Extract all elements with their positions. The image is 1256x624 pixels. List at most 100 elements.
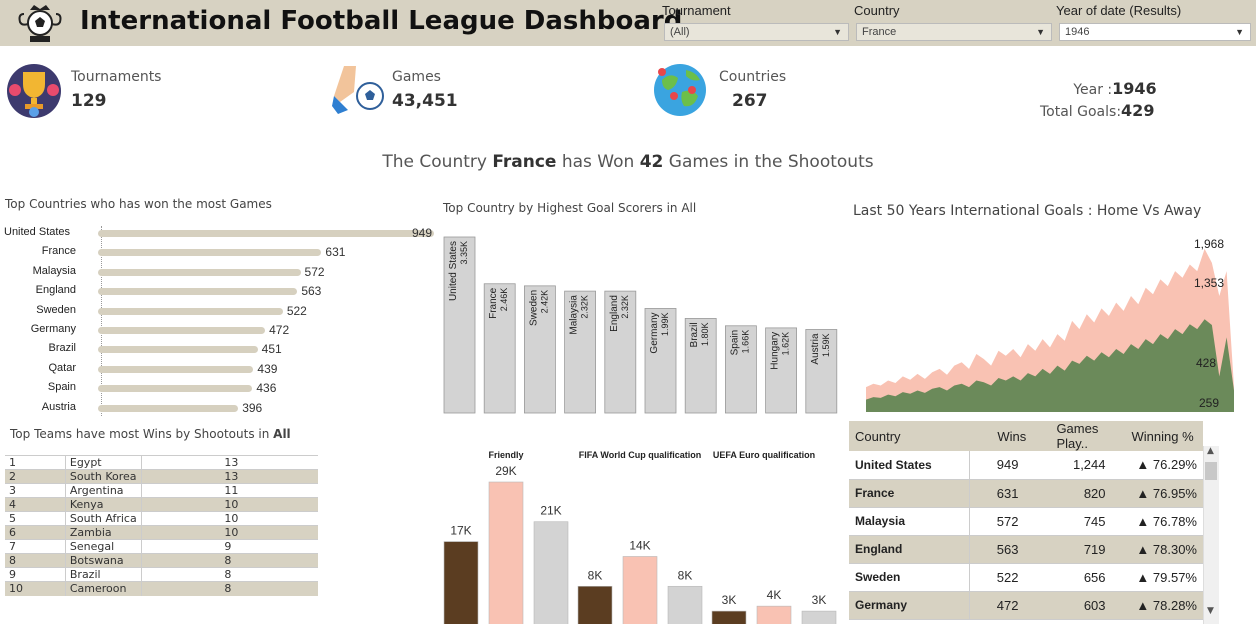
scrollbar-thumb[interactable] bbox=[1205, 462, 1217, 480]
bar-value-label: 563 bbox=[301, 284, 322, 299]
column-header[interactable]: Games Play.. bbox=[1038, 421, 1126, 451]
country-filter[interactable]: France ▼ bbox=[856, 23, 1052, 41]
table-row[interactable]: Sweden 522 656 ▲ 79.57% bbox=[849, 563, 1203, 592]
games-value: 43,451 bbox=[392, 91, 458, 111]
bar[interactable] bbox=[443, 541, 479, 624]
bar-category-label: Spain bbox=[729, 330, 740, 356]
bar[interactable] bbox=[577, 585, 613, 624]
table-cell-wins: 563 bbox=[969, 535, 1039, 564]
headline-country: France bbox=[492, 152, 557, 172]
bar-value-label: 2.42K bbox=[539, 290, 549, 314]
bar[interactable] bbox=[98, 307, 283, 315]
table-row: 1 Egypt 13 bbox=[5, 455, 318, 470]
scroll-down-icon[interactable]: ▼ bbox=[1207, 606, 1214, 616]
bar-value-label: 14K bbox=[629, 538, 650, 552]
bar-category-label: Sweden bbox=[528, 290, 539, 326]
bar[interactable] bbox=[98, 230, 434, 237]
bar-category-label: Spain bbox=[47, 381, 76, 394]
tournament-filter-value: (All) bbox=[670, 26, 690, 38]
table-row[interactable]: United States 949 1,244 ▲ 76.29% bbox=[849, 451, 1203, 480]
bar[interactable] bbox=[98, 249, 322, 257]
table-cell-country: United States bbox=[849, 451, 970, 480]
table-cell-games: 820 bbox=[1038, 479, 1126, 508]
shootout-table: 1 Egypt 13 2 South Korea 13 3 Argentina 11 4 Kenya… bbox=[5, 455, 318, 596]
table-cell-pct: ▲ 76.29% bbox=[1125, 451, 1203, 480]
bar[interactable] bbox=[756, 605, 792, 624]
headline-prefix: The Country bbox=[382, 152, 487, 172]
total-goals-value: 429 bbox=[1121, 101, 1155, 120]
bar-value-label: 3.35K bbox=[459, 241, 469, 265]
scroll-up-icon[interactable]: ▲ bbox=[1207, 446, 1214, 456]
headline-mid: has Won bbox=[561, 152, 635, 172]
tournaments-value: 129 bbox=[71, 91, 107, 111]
table-cell-team: South Africa bbox=[65, 511, 143, 526]
bar[interactable] bbox=[667, 585, 703, 624]
table-cell-rank: 2 bbox=[5, 469, 66, 484]
table-row[interactable]: Malaysia 572 745 ▲ 76.78% bbox=[849, 507, 1203, 536]
year-filter[interactable]: 1946 ▼ bbox=[1059, 23, 1251, 41]
total-goals-label: Total Goals: bbox=[1040, 104, 1122, 120]
bar[interactable] bbox=[801, 610, 837, 624]
bar-value-label: 29K bbox=[495, 464, 516, 478]
bar[interactable] bbox=[98, 385, 253, 393]
table-row: 3 Argentina 11 bbox=[5, 483, 318, 498]
bar-value-label: 8K bbox=[678, 568, 693, 582]
bar[interactable] bbox=[98, 268, 301, 276]
bar-category-label: Brazil bbox=[48, 342, 76, 355]
table-cell-pct: ▲ 78.30% bbox=[1125, 535, 1203, 564]
bar-value-label: 1.66K bbox=[740, 330, 750, 354]
table-cell-wins: 10 bbox=[141, 497, 318, 512]
bar-value-label: 8K bbox=[588, 568, 603, 582]
column-header[interactable]: Wins bbox=[969, 421, 1039, 451]
shootout-title-bold: All bbox=[273, 427, 291, 441]
group-title-label: Friendly bbox=[488, 450, 523, 460]
table-cell-team: Argentina bbox=[65, 483, 143, 498]
bar[interactable] bbox=[533, 521, 569, 624]
table-cell-wins: 8 bbox=[141, 553, 318, 568]
table-cell-pct: ▲ 78.28% bbox=[1125, 591, 1203, 620]
bar-category-label: Malaysia bbox=[569, 295, 580, 335]
bar[interactable] bbox=[98, 365, 254, 373]
table-cell-wins: 10 bbox=[141, 525, 318, 540]
bar[interactable] bbox=[98, 288, 298, 296]
column-header[interactable]: Winning % bbox=[1125, 421, 1203, 451]
tournament-filter[interactable]: (All) ▼ bbox=[664, 23, 849, 41]
table-row: 9 Brazil 8 bbox=[5, 567, 318, 582]
top-scorers-chart-title: Top Country by Highest Goal Scorers in A… bbox=[443, 201, 697, 215]
area-annotation-label: 259 bbox=[1199, 396, 1219, 410]
top-countries-chart-title: Top Countries who has won the most Games bbox=[5, 197, 272, 211]
area-annotation-label: 1,353 bbox=[1194, 276, 1224, 290]
group-title-label: UEFA Euro qualification bbox=[713, 450, 815, 460]
bar[interactable] bbox=[98, 327, 266, 334]
table-row[interactable]: France 631 820 ▲ 76.95% bbox=[849, 479, 1203, 508]
bar[interactable] bbox=[98, 404, 239, 412]
chevron-down-icon: ▼ bbox=[833, 27, 842, 37]
shootout-title-prefix: Top Teams have most Wins by Shootouts in bbox=[10, 427, 270, 441]
table-row[interactable]: Germany 472 603 ▲ 78.28% bbox=[849, 591, 1203, 620]
bar-category-label: England bbox=[35, 284, 76, 297]
area-annotation-label: 1,968 bbox=[1194, 237, 1224, 251]
bar[interactable] bbox=[622, 556, 658, 624]
bar[interactable] bbox=[488, 481, 524, 624]
bar-value-label: 2.32K bbox=[580, 295, 590, 319]
table-cell-team: Senegal bbox=[65, 539, 143, 554]
bar-value-label: 2.46K bbox=[499, 288, 509, 312]
bar[interactable] bbox=[98, 346, 258, 354]
table-cell-wins: 631 bbox=[969, 479, 1039, 508]
globe-icon bbox=[654, 64, 706, 116]
bar-value-label: 3K bbox=[722, 593, 737, 607]
column-header[interactable]: Country bbox=[849, 421, 970, 451]
bar-value-label: 1.80K bbox=[700, 322, 710, 346]
bar-category-label: United States bbox=[4, 226, 71, 238]
year-filter-value: 1946 bbox=[1065, 26, 1090, 38]
bar[interactable] bbox=[711, 610, 747, 624]
table-row[interactable]: England 563 719 ▲ 78.30% bbox=[849, 535, 1203, 564]
table-cell-country: France bbox=[849, 479, 970, 508]
chevron-down-icon: ▼ bbox=[1036, 27, 1045, 37]
table-cell-team: South Korea bbox=[65, 469, 143, 484]
table-row: 5 South Africa 10 bbox=[5, 511, 318, 526]
games-label: Games bbox=[392, 69, 441, 85]
table-cell-rank: 5 bbox=[5, 511, 66, 526]
table-cell-wins: 13 bbox=[224, 456, 239, 469]
table-cell-games: 1,244 bbox=[1038, 451, 1126, 480]
